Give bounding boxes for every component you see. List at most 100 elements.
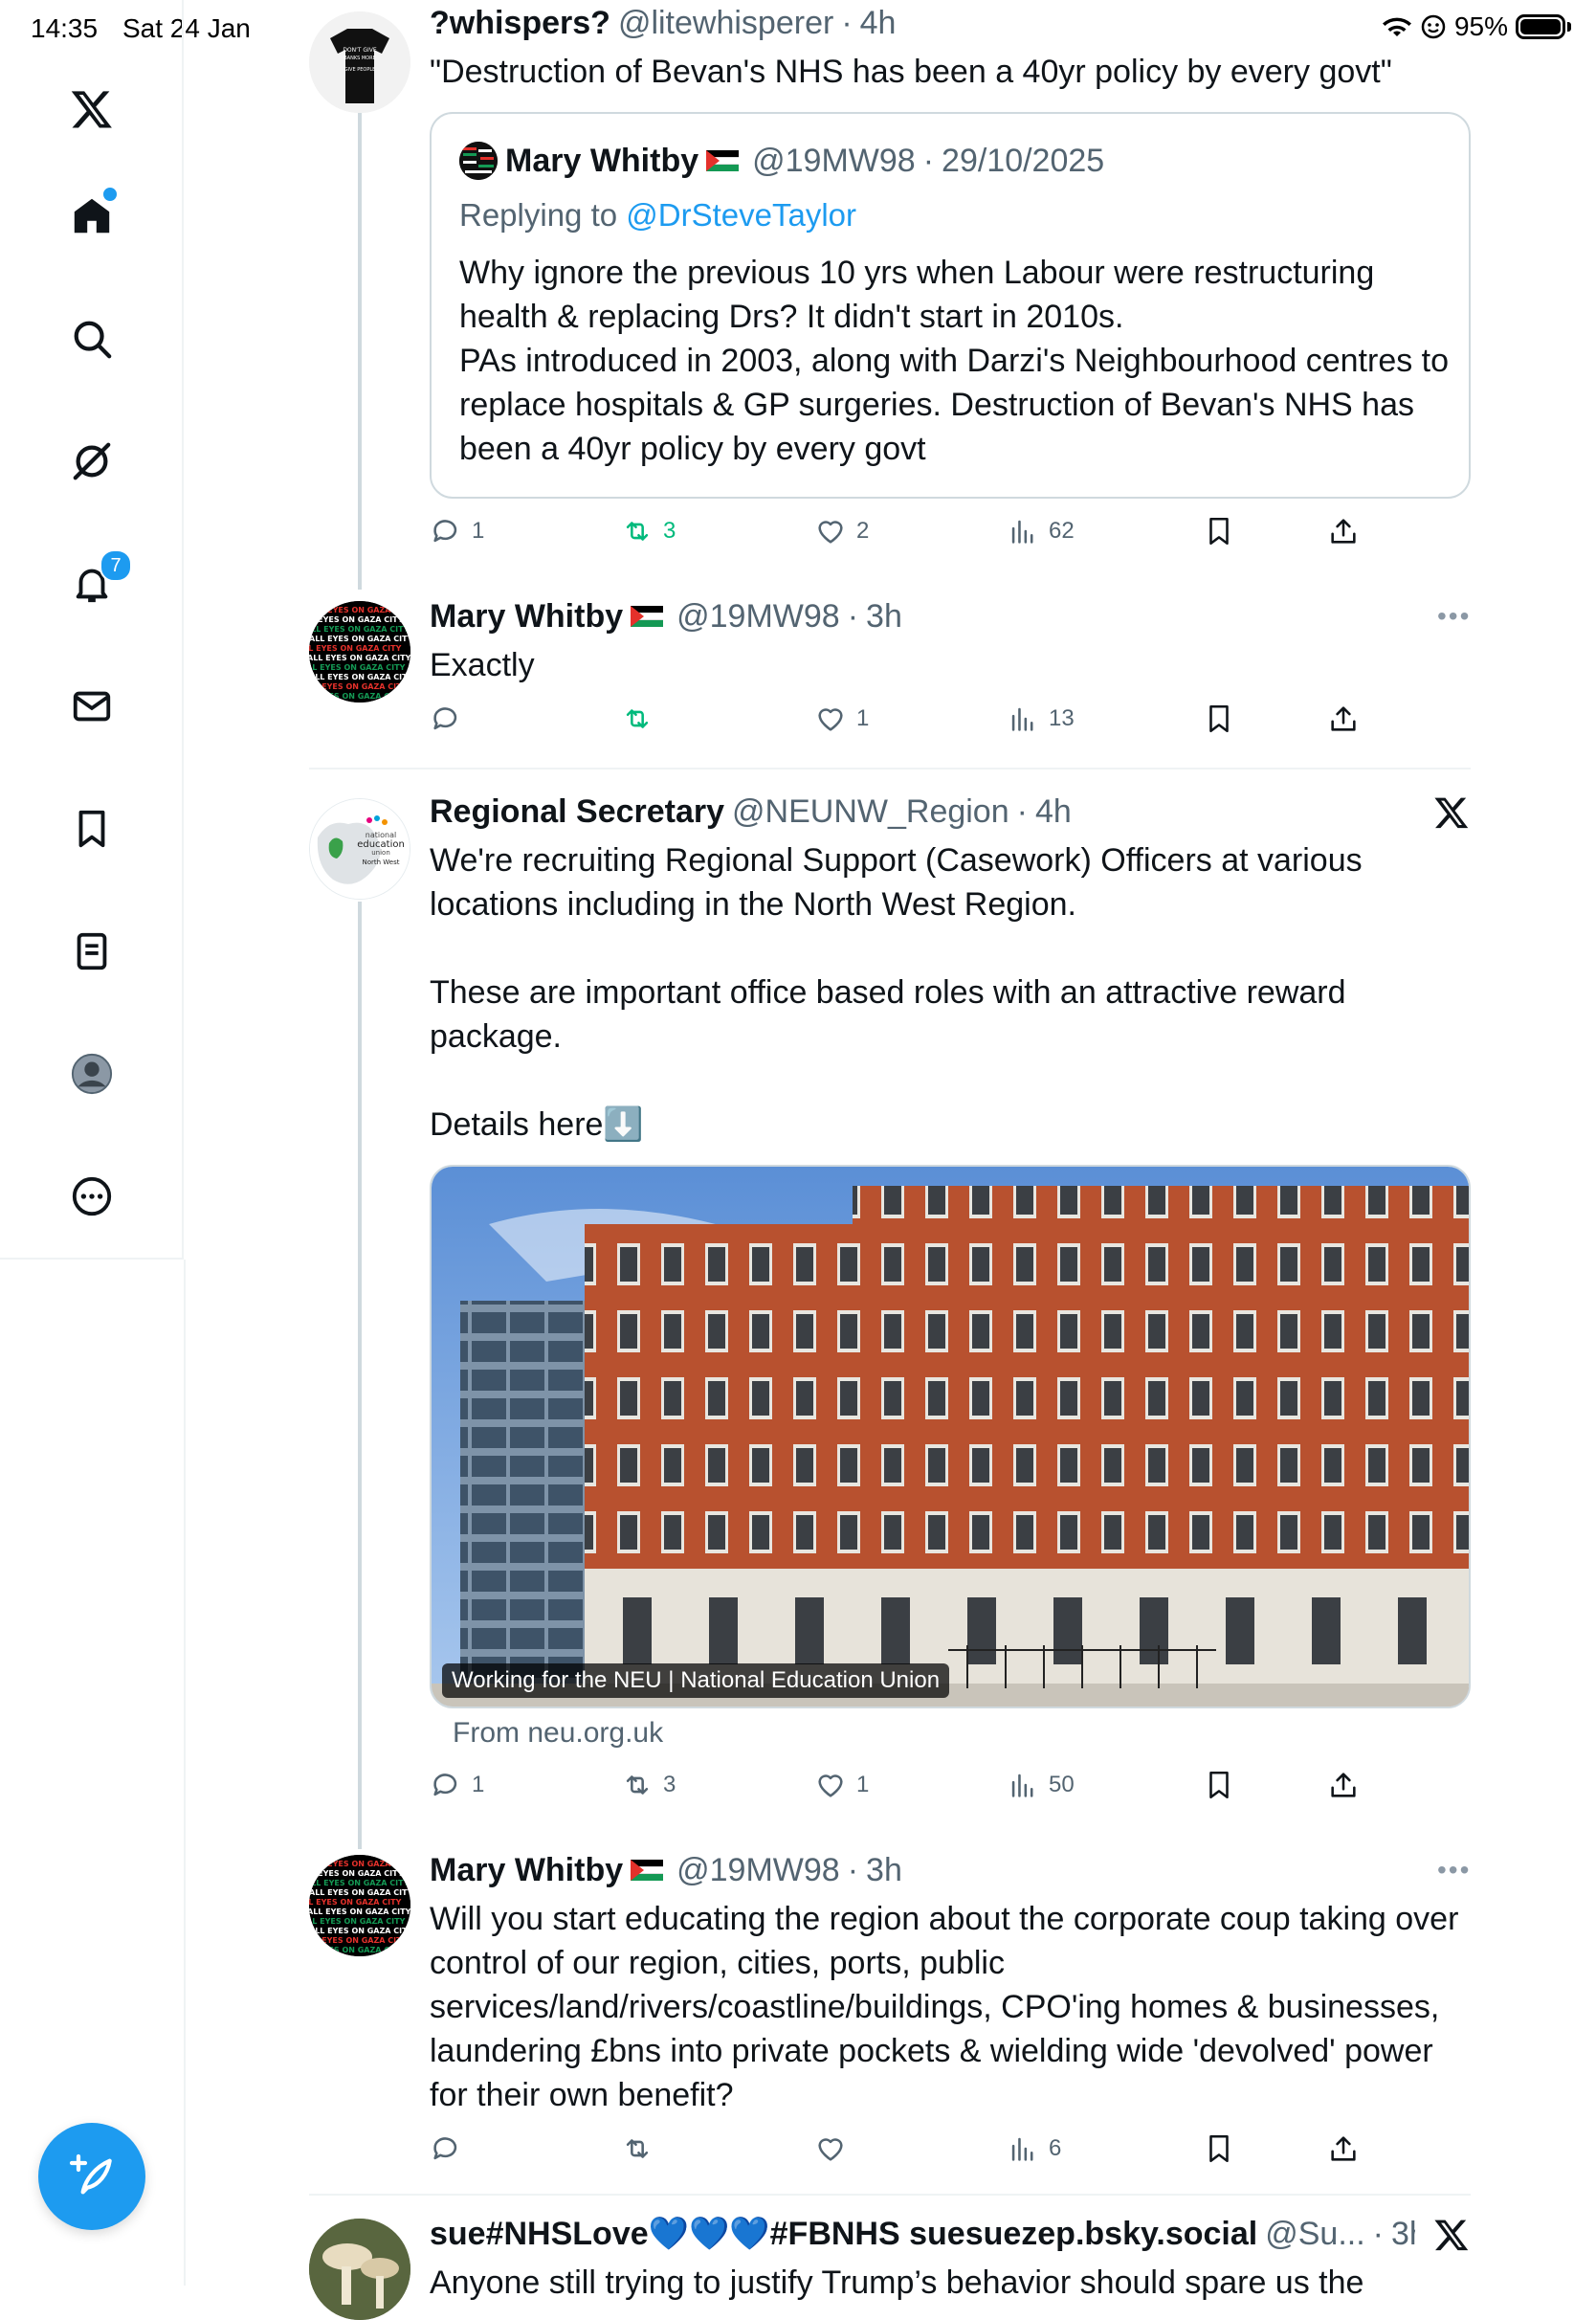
quote-display-name: Mary Whitby [505,143,699,179]
messages-icon[interactable] [61,676,122,737]
link-card-source[interactable]: From neu.org.uk [453,1717,663,1750]
more-options-icon[interactable]: ••• [1437,1855,1471,1885]
handle[interactable]: @19MW98 [676,1851,840,1889]
share-icon [1331,1773,1356,1797]
views-button[interactable]: 62 [1007,515,1075,547]
notifications-icon[interactable]: 7 [61,549,132,614]
tweet-actions: 1 3 2 62 [430,515,1367,557]
bookmark-button[interactable] [1203,1769,1235,1801]
link-card-image[interactable] [430,1165,1471,1708]
more-icon[interactable] [61,1166,122,1227]
gaza-avatar-image: ALL EYES ON GAZA CITY ALL EYES ON GAZA C… [309,601,410,703]
display-name[interactable]: ?whispers? [430,4,610,42]
timestamp[interactable]: 4h [1035,792,1072,831]
repost-button[interactable] [621,703,663,735]
display-name[interactable]: sue#NHSLove💙💙💙#FBNHS suesuezep.bsky.soci… [430,2215,1257,2253]
display-name[interactable]: Mary Whitby [430,597,623,636]
views-button[interactable]: 6 [1007,2132,1061,2165]
reply-button[interactable] [430,703,472,735]
repost-button[interactable]: 3 [621,1769,676,1801]
grok-icon[interactable] [61,431,122,492]
bookmark-button[interactable] [1203,2132,1235,2165]
palestine-flag-icon [631,606,664,627]
share-button[interactable] [1327,515,1360,547]
sidebar-border [184,1260,186,2286]
views-button[interactable]: 13 [1007,703,1075,735]
avatar-mary-whitby[interactable]: ALL EYES ON GAZA CITY ALL EYES ON GAZA C… [309,1855,410,1956]
like-button[interactable]: 1 [814,703,869,735]
views-icon [1011,520,1033,544]
bookmark-button[interactable] [1203,515,1235,547]
quote-date: 29/10/2025 [942,143,1105,179]
reply-button[interactable]: 1 [430,515,484,547]
svg-text:ALL EYES ON GAZA CITY: ALL EYES ON GAZA CITY [309,673,410,681]
avatar-sue[interactable] [309,2219,410,2320]
bookmarks-icon[interactable] [61,798,122,859]
handle[interactable]: @19MW98 [676,597,840,636]
share-button[interactable] [1327,1769,1360,1801]
reply-button[interactable] [430,2132,472,2165]
tweet-header: sue#NHSLove💙💙💙#FBNHS suesuezep.bsky.soci… [430,2215,1415,2253]
like-button[interactable] [814,2132,856,2165]
bookmark-icon [1209,1771,1229,1799]
tweet-actions: 1 13 [430,703,1367,745]
neu-logo-image: national education union North West [310,799,410,899]
replying-to-link[interactable]: @DrSteveTaylor [626,197,856,233]
bookmark-button[interactable] [1203,703,1235,735]
display-name[interactable]: Regional Secretary [430,792,724,831]
svg-text:union: union [371,849,390,857]
handle[interactable]: @litewhisperer [618,4,833,42]
link-card-title[interactable]: Working for the NEU | National Education… [442,1663,950,1698]
tweet-text: Anyone still trying to justify Trump’s b… [430,2264,1364,2301]
heart-icon [818,521,843,544]
home-icon[interactable] [61,186,122,247]
tweet-text: Exactly [430,647,535,683]
quote-text: Why ignore the previous 10 yrs when Labo… [459,255,1450,467]
more-options-icon[interactable]: ••• [1437,601,1471,632]
handle[interactable]: @NEUNW_Region [732,792,1009,831]
bookmark-icon [1209,2134,1229,2163]
x-logo-icon[interactable] [61,78,122,140]
building-photo [432,1167,1469,1707]
reply-button[interactable]: 1 [430,1769,484,1801]
share-button[interactable] [1327,2132,1360,2165]
compose-icon [69,2153,112,2195]
svg-text:BANKS MORE: BANKS MORE [344,56,376,61]
avatar-mary-whitby[interactable]: ALL EYES ON GAZA CITY ALL EYES ON GAZA C… [309,601,410,703]
display-name[interactable]: Mary Whitby [430,1851,623,1889]
repost-button[interactable]: 3 [621,515,676,547]
like-button[interactable]: 2 [814,515,869,547]
svg-text:ALL EYES ON GAZA CITY: ALL EYES ON GAZA CITY [309,692,404,701]
svg-text:ALL EYES ON GAZA CITY: ALL EYES ON GAZA CITY [309,1869,404,1878]
tweet-header: Mary Whitby @19MW98 · 3h [430,597,902,636]
tweet-actions: 6 [430,2132,1367,2175]
tweet-divider [309,2194,1471,2196]
compose-button[interactable] [38,2123,145,2230]
reply-icon [433,1773,457,1796]
avatar-neu[interactable]: national education union North West [309,798,410,900]
timestamp[interactable]: 4h [860,4,897,42]
handle[interactable]: @Su... [1265,2215,1364,2253]
status-indicators: 95% [1382,11,1571,42]
lists-icon[interactable] [61,921,122,982]
svg-text:ALL EYES ON GAZA CITY: ALL EYES ON GAZA CITY [309,635,410,643]
share-button[interactable] [1327,703,1360,735]
profile-avatar-icon[interactable] [61,1043,122,1104]
heart-icon [818,2138,843,2161]
like-button[interactable]: 1 [814,1769,869,1801]
views-button[interactable]: 50 [1007,1769,1075,1801]
battery-percent: 95% [1453,11,1508,41]
repost-button[interactable] [621,2132,663,2165]
search-icon[interactable] [61,308,122,369]
replying-to: Replying to @DrSteveTaylor [459,197,856,233]
timestamp[interactable]: 3h [866,1851,902,1889]
timestamp[interactable]: 3h [866,597,902,636]
timestamp[interactable]: 3h [1391,2215,1415,2253]
battery-icon [1516,14,1565,39]
tshirt-avatar-image: DON'T GIVE BANKS MORE GIVE PEOPLE [309,11,410,113]
svg-text:ALL EYES ON GAZA CITY: ALL EYES ON GAZA CITY [309,625,410,634]
mushroom-avatar-image [309,2219,410,2320]
notifications-badge: 7 [100,549,132,582]
repost-icon [626,709,649,728]
avatar-litewhisperer[interactable]: DON'T GIVE BANKS MORE GIVE PEOPLE [309,11,410,113]
